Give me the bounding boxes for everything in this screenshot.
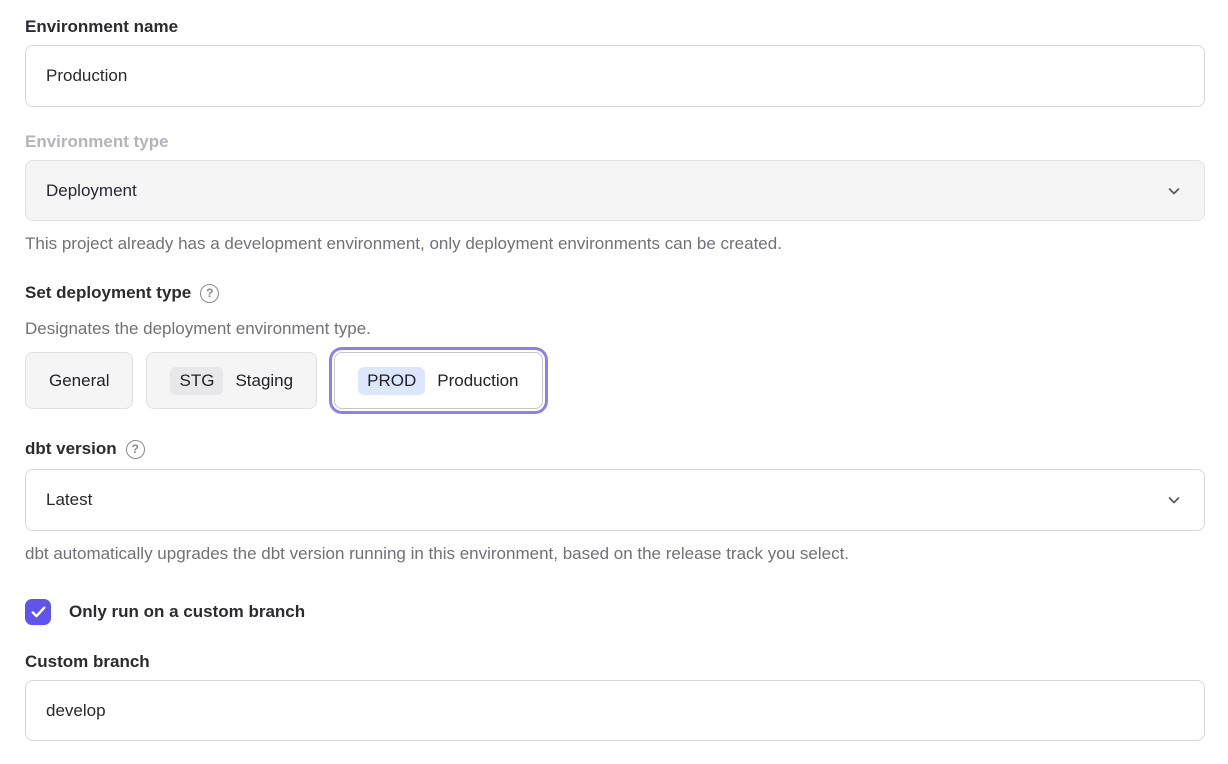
dbt-version-value: Latest xyxy=(46,490,92,510)
environment-settings-form: Environment name Environment type Deploy… xyxy=(0,0,1228,741)
environment-name-label: Environment name xyxy=(25,16,1205,38)
question-circle-icon[interactable]: ? xyxy=(126,440,145,459)
deployment-type-option-production-label: Production xyxy=(437,371,518,391)
chevron-down-icon xyxy=(1166,492,1182,508)
dbt-version-heading: dbt version ? xyxy=(25,438,1205,460)
custom-branch-input[interactable] xyxy=(25,680,1205,741)
custom-branch-checkbox-row: Only run on a custom branch xyxy=(25,599,1205,625)
production-badge: PROD xyxy=(358,367,425,395)
deployment-type-options: General STG Staging PROD Production xyxy=(25,352,1205,409)
deployment-type-option-general[interactable]: General xyxy=(25,352,133,409)
environment-type-value: Deployment xyxy=(46,181,137,201)
environment-type-label: Environment type xyxy=(25,131,1205,153)
custom-branch-checkbox[interactable] xyxy=(25,599,51,625)
deployment-type-option-staging[interactable]: STG Staging xyxy=(146,352,317,409)
custom-branch-checkbox-label[interactable]: Only run on a custom branch xyxy=(69,602,305,622)
staging-badge: STG xyxy=(170,367,223,395)
deployment-type-heading-label: Set deployment type xyxy=(25,282,191,304)
deployment-type-option-production[interactable]: PROD Production xyxy=(334,352,542,409)
check-icon xyxy=(31,606,46,618)
environment-type-select: Deployment xyxy=(25,160,1205,221)
dbt-version-select[interactable]: Latest xyxy=(25,469,1205,531)
deployment-type-heading: Set deployment type ? xyxy=(25,282,1205,304)
deployment-type-option-staging-label: Staging xyxy=(235,371,293,391)
environment-type-helper: This project already has a development e… xyxy=(25,233,1205,255)
dbt-version-heading-label: dbt version xyxy=(25,438,117,460)
deployment-type-option-general-label: General xyxy=(49,371,109,391)
question-circle-icon[interactable]: ? xyxy=(200,284,219,303)
dbt-version-helper: dbt automatically upgrades the dbt versi… xyxy=(25,543,1205,565)
custom-branch-label: Custom branch xyxy=(25,651,1205,673)
chevron-down-icon xyxy=(1166,183,1182,199)
environment-name-input[interactable] xyxy=(25,45,1205,107)
deployment-type-description: Designates the deployment environment ty… xyxy=(25,318,1205,340)
